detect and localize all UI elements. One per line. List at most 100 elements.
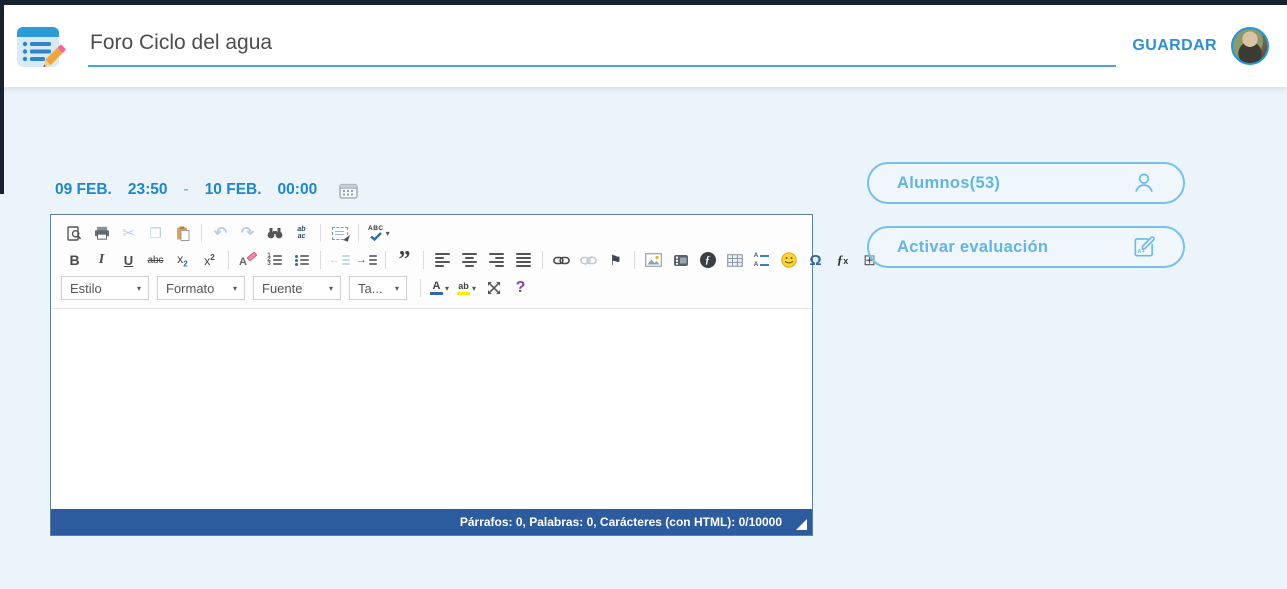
align-justify-button[interactable]: [512, 249, 535, 271]
underline-button[interactable]: U: [117, 249, 140, 271]
math-fx-icon: ƒx: [837, 252, 849, 268]
bold-button[interactable]: B: [63, 249, 86, 271]
italic-button[interactable]: I: [90, 249, 113, 271]
text-color-bar: [430, 292, 443, 295]
spellcheck-icon: ABC: [368, 226, 384, 241]
styles-select[interactable]: Estilo ▾: [61, 276, 149, 300]
end-time[interactable]: 00:00: [278, 181, 318, 199]
remove-format-button[interactable]: A: [236, 249, 259, 271]
bulleted-list-icon: [295, 255, 309, 265]
text-color-button[interactable]: A ▾: [428, 277, 451, 299]
horizontal-rule-icon: [754, 252, 770, 268]
align-left-icon: [435, 253, 450, 267]
size-select-label: Ta...: [358, 281, 383, 296]
unlink-button[interactable]: [577, 249, 600, 271]
subscript-button[interactable]: x2: [171, 249, 194, 271]
check-icon: [370, 232, 382, 241]
bg-color-icon: ab: [457, 281, 470, 295]
chevron-down-icon: ▾: [395, 284, 399, 293]
activate-evaluation-button[interactable]: Activar evaluación A+: [867, 226, 1185, 268]
date-range-dash: -: [184, 181, 189, 199]
insert-video-button[interactable]: [669, 249, 692, 271]
page: GUARDAR 09 FEB. 23:50 - 10 FEB. 00:00: [0, 0, 1287, 589]
paste-button[interactable]: [171, 222, 194, 244]
math-formula-button[interactable]: ƒx: [831, 249, 854, 271]
bg-color-button[interactable]: ab ▾: [455, 277, 478, 299]
numbered-list-icon: [267, 255, 281, 265]
image-icon: [645, 253, 662, 267]
toolbar-separator: [423, 251, 424, 269]
horizontal-rule-button[interactable]: [750, 249, 773, 271]
anchor-button[interactable]: ⚑: [604, 249, 627, 271]
insert-image-button[interactable]: [642, 249, 665, 271]
toolbar-separator: [358, 224, 359, 242]
students-button[interactable]: Alumnos(53): [867, 162, 1185, 204]
chevron-down-icon: ▾: [445, 284, 449, 293]
indent-arrow: →: [356, 254, 367, 266]
blockquote-button[interactable]: ”: [393, 253, 416, 267]
superscript-icon: x2: [204, 253, 214, 268]
preview-button[interactable]: [63, 222, 86, 244]
font-select[interactable]: Fuente ▾: [253, 276, 341, 300]
bulleted-list-button[interactable]: [290, 249, 313, 271]
align-right-button[interactable]: [485, 249, 508, 271]
select-all-button[interactable]: [328, 222, 351, 244]
indent-button[interactable]: →: [355, 249, 378, 271]
cut-button[interactable]: ✂: [117, 222, 140, 244]
toolbar-separator: [542, 251, 543, 269]
print-button[interactable]: [90, 222, 113, 244]
students-button-label: Alumnos(53): [897, 174, 1000, 193]
end-date[interactable]: 10 FEB.: [205, 181, 262, 199]
start-date[interactable]: 09 FEB.: [55, 181, 112, 199]
start-time[interactable]: 23:50: [128, 181, 168, 199]
resize-handle[interactable]: [796, 519, 807, 530]
strikethrough-button[interactable]: abc: [144, 249, 167, 271]
insert-flash-button[interactable]: ƒ: [696, 249, 719, 271]
find-button[interactable]: [263, 222, 286, 244]
title-field-wrap: [88, 25, 1116, 67]
redo-button[interactable]: ↷: [236, 222, 259, 244]
link-button[interactable]: [550, 249, 573, 271]
align-center-button[interactable]: [458, 249, 481, 271]
window-edge-top: [0, 0, 1287, 5]
toolbar-separator: [320, 251, 321, 269]
outdent-arrow: ←: [329, 254, 340, 266]
help-button[interactable]: ?: [509, 277, 532, 299]
editor-body[interactable]: [51, 308, 812, 509]
outdent-button[interactable]: ←: [328, 249, 351, 271]
undo-button[interactable]: ↶: [209, 222, 232, 244]
copy-button[interactable]: ❐: [144, 222, 167, 244]
header: GUARDAR: [0, 5, 1287, 87]
person-icon: [1131, 170, 1157, 196]
word-count-status: Párrafos: 0, Palabras: 0, Carácteres (co…: [460, 515, 782, 529]
calendar-button[interactable]: [339, 182, 358, 199]
replace-button[interactable]: ab ac: [290, 222, 313, 244]
align-justify-icon: [516, 253, 531, 267]
user-avatar[interactable]: [1231, 27, 1269, 65]
maximize-button[interactable]: [482, 277, 505, 299]
editor-statusbar: Párrafos: 0, Palabras: 0, Carácteres (co…: [51, 509, 812, 535]
preview-icon: [67, 226, 82, 241]
align-left-button[interactable]: [431, 249, 454, 271]
toolbar-separator: [420, 279, 421, 297]
save-button[interactable]: GUARDAR: [1132, 37, 1217, 55]
link-icon: [553, 256, 570, 265]
chevron-down-icon: ▾: [233, 284, 237, 293]
superscript-digit: 2: [210, 253, 214, 262]
numbered-list-button[interactable]: [263, 249, 286, 271]
special-char-button[interactable]: Ω: [804, 249, 827, 271]
spellcheck-button[interactable]: ABC ▾: [366, 222, 392, 244]
indent-icon: →: [356, 254, 377, 266]
superscript-button[interactable]: x2: [198, 249, 221, 271]
insert-table-button[interactable]: [723, 249, 746, 271]
window-edge-left: [0, 0, 4, 194]
bg-color-letters: ab: [458, 281, 469, 291]
smiley-button[interactable]: [777, 249, 800, 271]
forum-title-input[interactable]: [88, 25, 1116, 67]
toolbar-separator: [634, 251, 635, 269]
smiley-icon: [781, 252, 797, 268]
size-select[interactable]: Ta... ▾: [349, 276, 407, 300]
format-select[interactable]: Formato ▾: [157, 276, 245, 300]
editor-toolbar: ✂ ❐ ↶ ↷: [51, 215, 812, 308]
chevron-down-icon: ▾: [137, 284, 141, 293]
